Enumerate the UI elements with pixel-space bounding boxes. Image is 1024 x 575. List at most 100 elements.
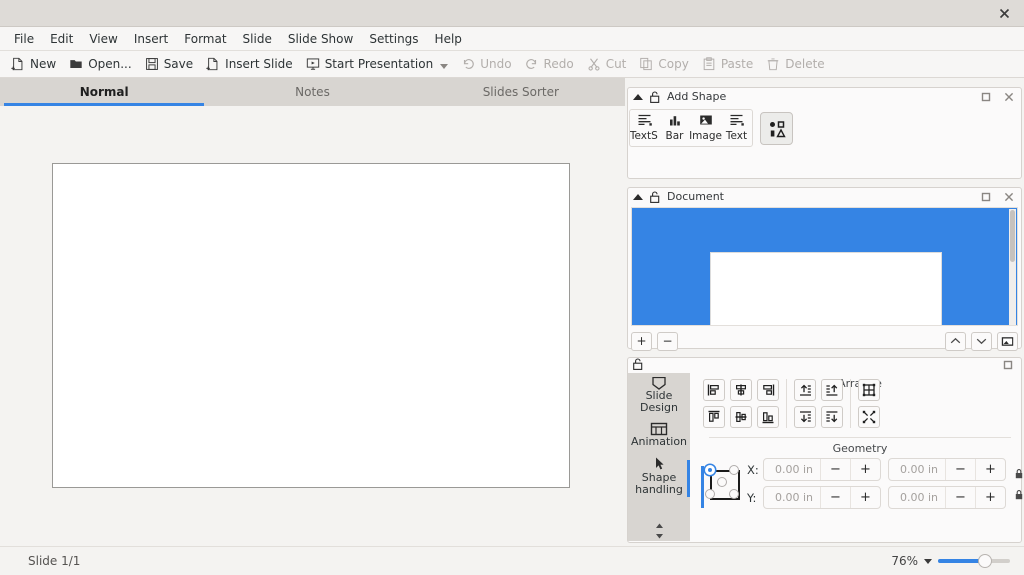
menu-item-edit[interactable]: Edit: [42, 29, 81, 49]
geometry-lock-ratio-bottom[interactable]: [1015, 489, 1023, 503]
anchor-point-selector[interactable]: [701, 463, 747, 511]
geometry-lock-ratio-top[interactable]: [1015, 468, 1023, 482]
shape-handling-lock-button[interactable]: [633, 358, 643, 373]
toolbar-undo-button[interactable]: Undo: [457, 55, 520, 73]
geometry-x-increment[interactable]: +: [850, 459, 880, 480]
geometry-width-value[interactable]: 0.00 in: [889, 459, 945, 480]
toolbar-start-presentation-button[interactable]: Start Presentation: [302, 55, 458, 73]
geometry-width-increment[interactable]: +: [975, 459, 1005, 480]
add-slide-button[interactable]: +: [631, 332, 652, 351]
tab-normal[interactable]: Normal: [0, 78, 208, 106]
toolbar-save-button[interactable]: Save: [141, 55, 202, 73]
image-icon: [698, 113, 714, 127]
tab-notes[interactable]: Notes: [208, 78, 416, 106]
add-shape-float-button[interactable]: [981, 92, 991, 102]
geometry-x-decrement[interactable]: −: [820, 459, 850, 480]
anchor-handle-bottom-left[interactable]: [705, 489, 715, 499]
zoom-slider[interactable]: [938, 554, 1010, 568]
geometry-width-decrement[interactable]: −: [945, 459, 975, 480]
toolbar-redo-button[interactable]: Redo: [521, 55, 583, 73]
slide-thumbnail-list[interactable]: [631, 207, 1018, 326]
geometry-x-spinner[interactable]: 0.00 in − +: [763, 458, 881, 481]
menu-item-help[interactable]: Help: [427, 29, 470, 49]
align-center-horizontal-button[interactable]: [730, 379, 752, 401]
send-to-back-button[interactable]: [821, 406, 843, 428]
menu-item-settings[interactable]: Settings: [361, 29, 426, 49]
add-shape-lock-button[interactable]: [650, 91, 660, 103]
document-lock-button[interactable]: [650, 191, 660, 203]
sidebar-item-slide-design[interactable]: Slide Design: [628, 374, 690, 419]
anchor-handle-bottom-right[interactable]: [729, 489, 739, 499]
zoom-slider-knob[interactable]: [978, 554, 992, 568]
document-collapse-button[interactable]: [633, 194, 643, 200]
anchor-handle-center[interactable]: [717, 477, 727, 487]
shape-handling-float-button[interactable]: [1003, 359, 1013, 373]
geometry-height-spinner[interactable]: 0.00 in − +: [888, 486, 1006, 509]
floppy-disk-icon: [145, 57, 159, 71]
geometry-y-decrement[interactable]: −: [820, 487, 850, 508]
chevron-down-icon[interactable]: [440, 64, 448, 69]
thumbnail-scrollbar[interactable]: [1009, 209, 1016, 326]
toolbar-insert-slide-button[interactable]: Insert Slide: [202, 55, 302, 73]
menu-item-insert[interactable]: Insert: [126, 29, 176, 49]
tab-slides-sorter[interactable]: Slides Sorter: [417, 78, 625, 106]
geometry-y-increment[interactable]: +: [850, 487, 880, 508]
align-left-button[interactable]: [703, 379, 725, 401]
shape-button-text-shape[interactable]: icTextS: [630, 110, 659, 146]
toolbar-new-button[interactable]: New: [7, 55, 65, 73]
zoom-level-label[interactable]: 76%: [891, 554, 918, 568]
menu-item-view[interactable]: View: [81, 29, 125, 49]
slide-preview-button[interactable]: [997, 332, 1018, 351]
document-close-button[interactable]: [1004, 192, 1014, 202]
toolbar-open-button[interactable]: Open...: [65, 55, 141, 73]
group-shapes-button[interactable]: [858, 379, 880, 401]
geometry-height-value[interactable]: 0.00 in: [889, 487, 945, 508]
shape-button-bar[interactable]: Bar: [659, 110, 690, 146]
toolbar-cut-button[interactable]: Cut: [583, 55, 636, 73]
sidebar-item-animation[interactable]: Animation: [628, 419, 690, 453]
ungroup-shapes-button[interactable]: [858, 406, 880, 428]
align-right-button[interactable]: [757, 379, 779, 401]
anchor-handle-top-left[interactable]: [705, 465, 715, 475]
slide-canvas[interactable]: [52, 163, 570, 488]
move-slide-up-button[interactable]: [945, 332, 966, 351]
add-shape-collapse-button[interactable]: [633, 94, 643, 100]
view-tab-bar: Normal Notes Slides Sorter: [0, 78, 625, 106]
geometry-x-value[interactable]: 0.00 in: [764, 459, 820, 480]
menu-item-slide-show[interactable]: Slide Show: [280, 29, 361, 49]
shapes-gallery-button[interactable]: [760, 112, 793, 145]
document-float-button[interactable]: [981, 192, 991, 202]
move-slide-down-button[interactable]: [971, 332, 992, 351]
bring-forward-button[interactable]: [821, 379, 843, 401]
geometry-y-spinner[interactable]: 0.00 in − +: [763, 486, 881, 509]
menu-item-file[interactable]: File: [6, 29, 42, 49]
align-middle-vertical-button[interactable]: [730, 406, 752, 428]
anchor-handle-top-right[interactable]: [729, 465, 739, 475]
thumbnail-scrollbar-thumb[interactable]: [1010, 210, 1015, 262]
geometry-y-value[interactable]: 0.00 in: [764, 487, 820, 508]
slide-editor-area[interactable]: [0, 106, 625, 546]
group-ungroup-group: [858, 379, 880, 428]
remove-slide-button[interactable]: −: [657, 332, 678, 351]
toolbar-copy-button[interactable]: Copy: [635, 55, 697, 73]
geometry-width-spinner[interactable]: 0.00 in − +: [888, 458, 1006, 481]
chevron-down-icon[interactable]: [924, 559, 932, 564]
toolbar-delete-button[interactable]: Delete: [762, 55, 833, 73]
slide-thumbnail-item[interactable]: [710, 252, 942, 326]
geometry-height-decrement[interactable]: −: [945, 487, 975, 508]
menu-item-format[interactable]: Format: [176, 29, 234, 49]
sidebar-item-shape-handling[interactable]: Shape handling: [628, 453, 690, 501]
menu-item-slide[interactable]: Slide: [235, 29, 280, 49]
shape-button-image[interactable]: Image: [690, 110, 721, 146]
bring-to-front-button[interactable]: [794, 379, 816, 401]
align-bottom-button[interactable]: [757, 406, 779, 428]
sidebar-scroll-arrows[interactable]: [628, 522, 690, 540]
geometry-divider: [709, 437, 1011, 438]
geometry-height-increment[interactable]: +: [975, 487, 1005, 508]
align-top-button[interactable]: [703, 406, 725, 428]
add-shape-close-button[interactable]: [1004, 92, 1014, 102]
shape-button-text[interactable]: Text: [721, 110, 752, 146]
send-backward-button[interactable]: [794, 406, 816, 428]
toolbar-paste-button[interactable]: Paste: [698, 55, 762, 73]
window-close-button[interactable]: [992, 0, 1016, 27]
